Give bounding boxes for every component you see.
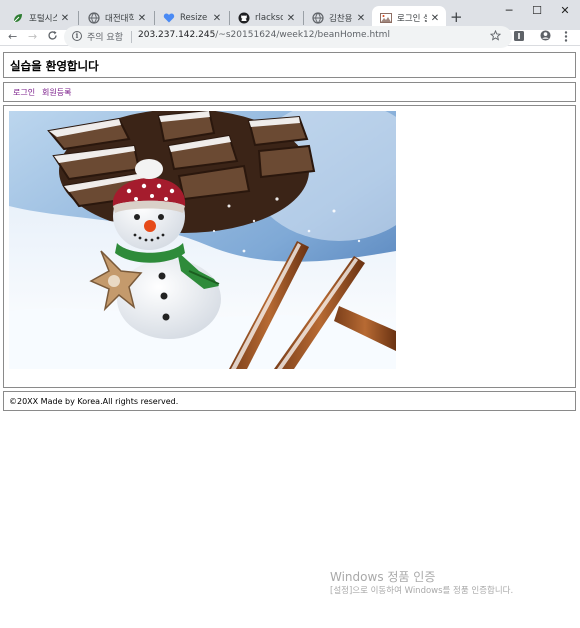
tab-title: 포털시스템 — [29, 14, 57, 24]
url-host: 203.237.142.245 — [138, 30, 216, 40]
hero-image — [9, 111, 396, 369]
close-tab-icon[interactable]: ✕ — [430, 13, 440, 24]
tab-portal[interactable]: 포털시스템 ✕ — [4, 6, 76, 30]
header-section: 실습을 환영합니다 — [3, 52, 576, 78]
watermark-subtitle: [설정]으로 이동하여 Windows를 정품 인증합니다. — [330, 586, 514, 596]
url-text[interactable]: 203.237.142.245/~s20151624/week12/beanHo… — [138, 30, 390, 40]
close-window-button[interactable]: ✕ — [551, 2, 579, 20]
close-tab-icon[interactable]: ✕ — [137, 13, 147, 24]
snowman-photo — [9, 111, 396, 369]
star-icon[interactable] — [489, 29, 502, 44]
windows-activation-watermark: Windows 정품 인증 [설정]으로 이동하여 Windows를 정품 인증… — [330, 570, 513, 597]
info-icon[interactable]: i — [72, 31, 82, 41]
page-title: 실습을 환영합니다 — [10, 59, 99, 73]
url-path: /~s20151624/week12/beanHome.html — [215, 30, 390, 40]
tab-title: 로그인 실습 — [397, 14, 427, 24]
close-tab-icon[interactable]: ✕ — [212, 13, 222, 24]
address-bar[interactable]: i 주의 요함 203.237.142.245/~s20151624/week1… — [64, 26, 512, 48]
close-tab-icon[interactable]: ✕ — [60, 13, 70, 24]
login-link[interactable]: 로그인 — [13, 87, 35, 98]
account-icon[interactable] — [540, 30, 551, 44]
minimize-button[interactable]: ─ — [495, 2, 523, 20]
security-status[interactable]: 주의 요함 — [87, 30, 123, 43]
globe-icon — [312, 12, 324, 24]
tab-title: 대전대학교 — [105, 14, 134, 24]
image-favicon-icon — [380, 12, 392, 24]
footer-text: ©20XX Made by Korea.All rights reserved. — [9, 397, 179, 406]
new-tab-button[interactable]: + — [450, 8, 463, 26]
globe-icon — [88, 12, 100, 24]
omnibox-divider — [131, 31, 132, 43]
main-section — [3, 105, 576, 388]
forward-button[interactable]: → — [28, 30, 37, 43]
leaf-favicon-icon — [12, 12, 24, 24]
watermark-title: Windows 정품 인증 — [330, 570, 436, 584]
tab-title: Resize multiple — [180, 13, 209, 23]
maximize-button[interactable]: ☐ — [523, 2, 551, 20]
reload-icon — [48, 31, 57, 40]
tab-separator — [78, 11, 79, 25]
tab-title: rlacksdyd — [255, 13, 283, 23]
menu-icon[interactable] — [564, 31, 568, 45]
web-page: 실습을 환영합니다 로그인 회원등록 ©20XX Made by Korea.A… — [0, 48, 580, 628]
nav-section: 로그인 회원등록 — [3, 82, 576, 102]
heart-favicon-icon — [163, 12, 175, 24]
tab-title: 김찬용 첨부 — [329, 14, 353, 24]
github-icon — [238, 12, 250, 24]
back-button[interactable]: ← — [8, 30, 17, 43]
close-tab-icon[interactable]: ✕ — [286, 13, 296, 24]
close-tab-icon[interactable]: ✕ — [356, 13, 366, 24]
register-link[interactable]: 회원등록 — [42, 87, 71, 98]
reload-button[interactable] — [47, 30, 58, 44]
footer-section: ©20XX Made by Korea.All rights reserved. — [3, 391, 576, 411]
extension-icon[interactable] — [514, 31, 524, 44]
